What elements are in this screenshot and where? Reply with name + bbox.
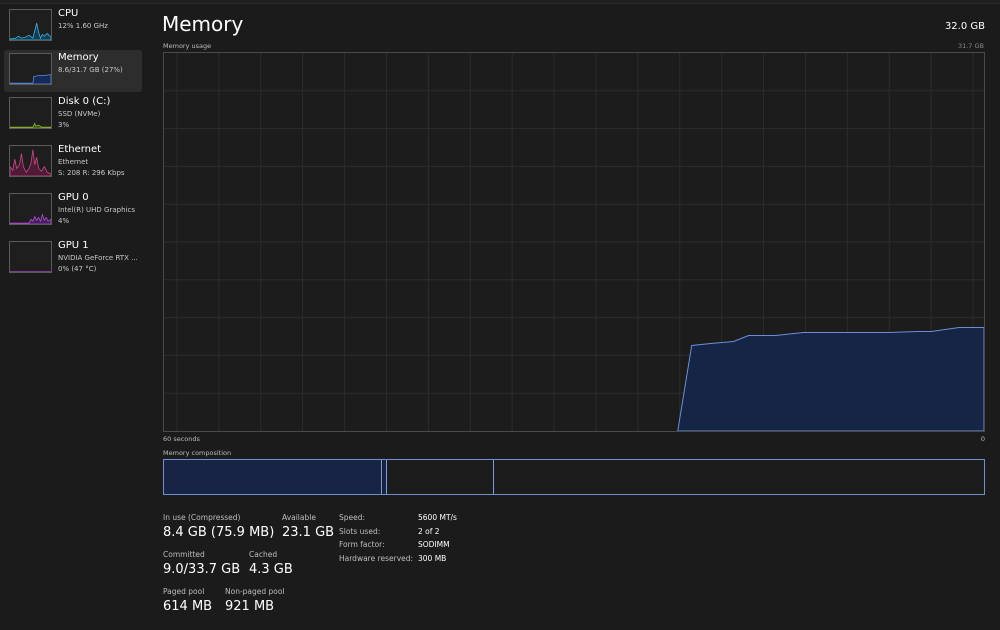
- sidebar-item-gpu1[interactable]: GPU 1 NVIDIA GeForce RTX ... 0% (47 °C): [4, 238, 142, 280]
- graph-max-value: 31.7 GB: [957, 42, 984, 50]
- slots-used-value: 2 of 2: [418, 527, 440, 536]
- committed-value: 9.0/33.7 GB: [163, 562, 241, 577]
- sidebar-item-disk[interactable]: Disk 0 (C:) SSD (NVMe) 3%: [4, 94, 142, 136]
- graph-time-axis-end: 0: [980, 435, 985, 443]
- memory-usage-graph: [163, 52, 985, 432]
- cpu-graph-icon: [9, 9, 52, 41]
- cached-label: Cached: [249, 550, 278, 559]
- graph-time-axis-start: 60 seconds: [163, 435, 200, 443]
- sidebar-item-detail: 3%: [58, 121, 70, 129]
- committed-label: Committed: [163, 550, 205, 559]
- speed-label: Speed:: [339, 513, 366, 522]
- hardware-reserved-label: Hardware reserved:: [339, 554, 414, 563]
- sidebar-item-label: CPU: [58, 8, 79, 19]
- sidebar-item-detail: 8.6/31.7 GB (27%): [58, 66, 123, 74]
- sidebar-item-gpu0[interactable]: GPU 0 Intel(R) UHD Graphics 4%: [4, 190, 142, 232]
- speed-value: 5600 MT/s: [418, 513, 457, 522]
- sidebar-item-label: GPU 1: [58, 240, 89, 251]
- form-factor-label: Form factor:: [339, 540, 385, 549]
- memory-detail-panel: Memory 32.0 GB Memory usage 31.7 GB 60 s…: [150, 0, 1000, 630]
- paged-pool-value: 614 MB: [163, 599, 213, 614]
- composition-in-use: [164, 460, 382, 494]
- sidebar-item-detail: Ethernet: [58, 158, 89, 166]
- sidebar-item-label: GPU 0: [58, 192, 89, 203]
- total-memory: 32.0 GB: [944, 21, 985, 32]
- composition-modified: [383, 460, 387, 494]
- available-value: 23.1 GB: [282, 525, 335, 540]
- memory-usage-plot: [164, 53, 984, 431]
- memory-graph-icon: [9, 53, 52, 85]
- task-manager-window: CPU 12% 1.60 GHz Memory 8.6/31.7 GB (27%…: [0, 0, 1000, 630]
- composition-standby: [388, 460, 494, 494]
- composition-label: Memory composition: [163, 449, 232, 457]
- hardware-reserved-value: 300 MB: [418, 554, 447, 563]
- sidebar-item-detail: SSD (NVMe): [58, 110, 101, 118]
- sidebar-item-detail: 4%: [58, 217, 70, 225]
- available-label: Available: [282, 513, 316, 522]
- gpu-graph-icon: [9, 193, 52, 225]
- non-paged-pool-label: Non-paged pool: [225, 587, 285, 596]
- sidebar-item-detail: S: 208 R: 296 Kbps: [58, 169, 125, 177]
- sidebar-item-memory[interactable]: Memory 8.6/31.7 GB (27%): [4, 50, 142, 92]
- sidebar-item-cpu[interactable]: CPU 12% 1.60 GHz: [4, 6, 142, 48]
- non-paged-pool-value: 921 MB: [225, 599, 275, 614]
- sidebar-item-ethernet[interactable]: Ethernet Ethernet S: 208 R: 296 Kbps: [4, 142, 142, 184]
- form-factor-value: SODIMM: [418, 540, 450, 549]
- graph-label: Memory usage: [163, 42, 212, 50]
- cached-value: 4.3 GB: [249, 562, 293, 577]
- sidebar-item-label: Ethernet: [58, 144, 102, 155]
- sidebar-item-detail: Intel(R) UHD Graphics: [58, 206, 135, 214]
- memory-composition-bar: [163, 459, 985, 495]
- performance-sidebar: CPU 12% 1.60 GHz Memory 8.6/31.7 GB (27%…: [0, 6, 150, 630]
- sidebar-item-label: Disk 0 (C:): [58, 96, 111, 107]
- in-use-value: 8.4 GB (75.9 MB): [163, 525, 275, 540]
- paged-pool-label: Paged pool: [163, 587, 205, 596]
- sidebar-item-detail: NVIDIA GeForce RTX ...: [58, 254, 138, 262]
- ethernet-graph-icon: [9, 145, 52, 177]
- disk-graph-icon: [9, 97, 52, 129]
- sidebar-item-label: Memory: [58, 52, 99, 63]
- sidebar-item-detail: 0% (47 °C): [58, 265, 97, 273]
- page-title: Memory: [162, 12, 244, 36]
- in-use-label: In use (Compressed): [163, 513, 241, 522]
- sidebar-item-detail: 12% 1.60 GHz: [58, 22, 108, 30]
- slots-used-label: Slots used:: [339, 527, 381, 536]
- gpu-graph-icon: [9, 241, 52, 273]
